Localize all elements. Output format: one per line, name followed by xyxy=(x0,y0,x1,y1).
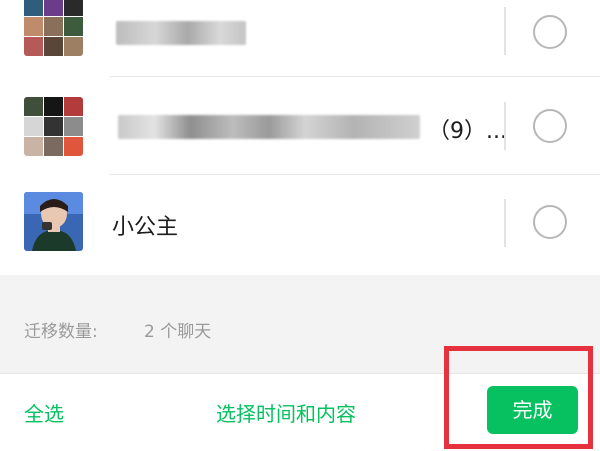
user-avatar xyxy=(24,192,83,251)
row-divider xyxy=(504,199,506,247)
row-divider xyxy=(504,102,506,150)
select-time-content-button[interactable]: 选择时间和内容 xyxy=(216,398,356,427)
divider xyxy=(110,76,600,77)
select-radio[interactable] xyxy=(533,205,567,239)
chat-name: （9）... xyxy=(428,119,507,144)
chat-row[interactable]: （9）... xyxy=(0,78,600,175)
migration-count-value: 2 个聊天 xyxy=(144,322,212,342)
migration-count-label: 迁移数量: xyxy=(24,322,98,342)
chat-list: （9）... 小公主 xyxy=(0,0,600,275)
chat-row[interactable] xyxy=(0,0,600,80)
group-avatar xyxy=(24,97,83,156)
group-avatar xyxy=(24,0,83,56)
blurred-name xyxy=(118,115,420,139)
select-all-button[interactable]: 全选 xyxy=(24,398,64,427)
select-radio[interactable] xyxy=(533,15,567,49)
select-radio[interactable] xyxy=(533,109,567,143)
chat-name: 小公主 xyxy=(112,215,179,240)
row-divider xyxy=(504,7,506,55)
blurred-name xyxy=(116,21,246,45)
highlight-annotation xyxy=(444,346,593,449)
chat-row[interactable]: 小公主 xyxy=(0,175,600,272)
